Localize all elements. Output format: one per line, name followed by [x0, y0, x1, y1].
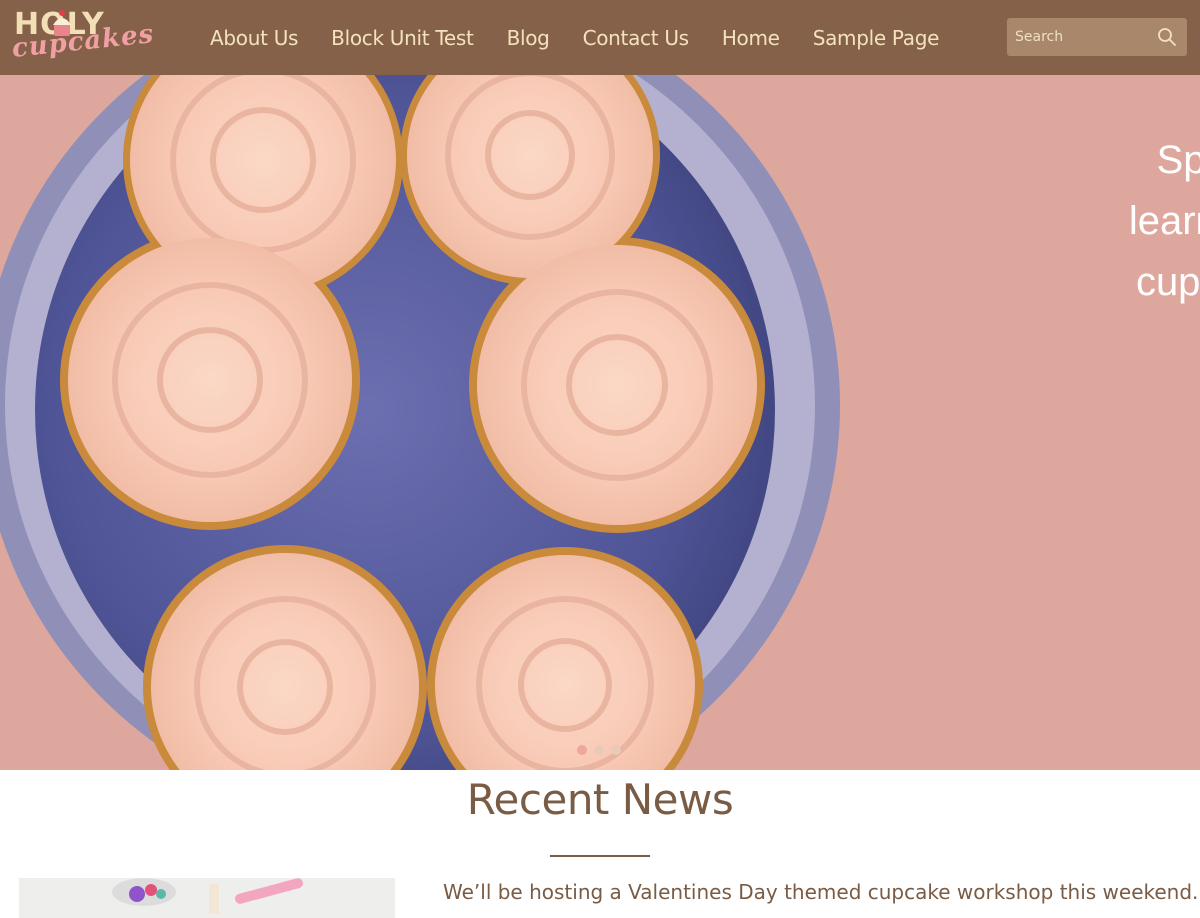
search-box [1007, 18, 1187, 56]
cupcakes-tray-image [0, 75, 840, 770]
news-thumbnail[interactable] [19, 878, 395, 918]
hero-tagline: Spend s learning cupcake c [1030, 130, 1200, 313]
heading-divider [550, 855, 650, 857]
recent-news-heading: Recent News [466, 775, 734, 824]
slider-dot-1[interactable] [577, 745, 587, 755]
slider-dot-2[interactable] [594, 745, 604, 755]
nav-item-contact-us[interactable]: Contact Us [583, 26, 690, 50]
hero-line-3: cupcake c [1135, 260, 1200, 304]
search-icon[interactable] [1157, 27, 1177, 47]
main-nav: About Us Block Unit Test Blog Contact Us… [210, 0, 972, 75]
slider-dot-3[interactable] [611, 745, 621, 755]
search-input[interactable] [1007, 18, 1147, 56]
hero-line-2: learning [1128, 199, 1200, 243]
hero-line-1: Spend s [1156, 138, 1200, 182]
nav-item-sample-page[interactable]: Sample Page [813, 26, 940, 50]
site-logo[interactable]: HOLY cupcakes [10, 6, 155, 70]
site-header: HOLY cupcakes About Us Block Unit Test B… [0, 0, 1200, 75]
hero-slider: Spend s learning cupcake c [0, 75, 1200, 770]
nav-item-home[interactable]: Home [722, 26, 780, 50]
nav-item-block-unit-test[interactable]: Block Unit Test [331, 26, 474, 50]
slider-dots [577, 745, 628, 755]
news-thumbnail-image [19, 878, 395, 918]
news-excerpt: We’ll be hosting a Valentines Day themed… [443, 880, 1200, 904]
nav-item-blog[interactable]: Blog [507, 26, 550, 50]
nav-item-about-us[interactable]: About Us [210, 26, 298, 50]
